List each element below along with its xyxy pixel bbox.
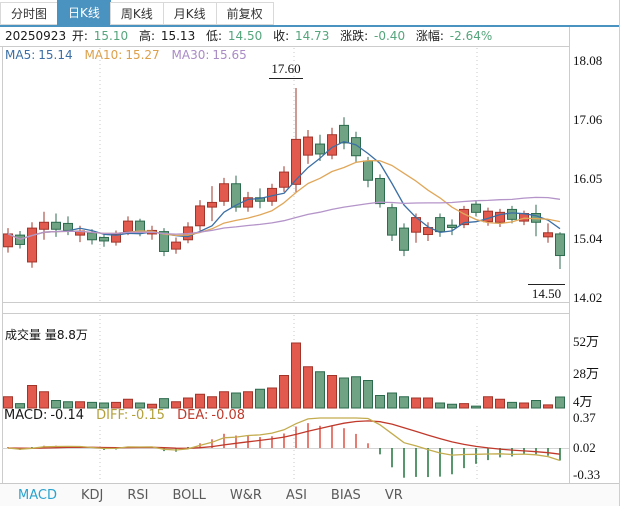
ma10-label: MA10: — [84, 48, 123, 62]
low-value: 14.50 — [227, 29, 263, 43]
dea-value: -0.08 — [211, 408, 246, 423]
indicator-tab-wr[interactable]: W&R — [230, 488, 262, 503]
ma10-value: 15.27 — [125, 48, 160, 62]
high-label: 高: — [138, 29, 156, 43]
macd-legend: MACD: -0.14 DIFF: -0.15 DEA: -0.08 — [4, 408, 248, 423]
tab-time-sharing[interactable]: 分时图 — [0, 2, 59, 25]
price-axis-tick-3: 16.05 — [573, 171, 603, 186]
tab-daily-kline[interactable]: 日K线 — [57, 0, 111, 25]
accent-divider — [0, 25, 619, 27]
open-label: 开: — [71, 29, 88, 43]
ma30-value: 15.65 — [212, 48, 247, 62]
period-high-annotation: 17.60 — [269, 61, 303, 79]
volume-axis-tick-1: 52万 — [573, 334, 600, 349]
volume-axis-tick-3: 4万 — [573, 394, 593, 409]
diff-value: -0.15 — [131, 408, 165, 423]
ma-legend: MA5: 15.14 MA10: 15.27 MA30: 15.65 — [5, 48, 250, 62]
ma30-label: MA30: — [171, 48, 210, 62]
volume-axis-tick-2: 28万 — [573, 366, 600, 381]
macd-axis-tick-1: 0.37 — [573, 410, 596, 425]
price-axis-tick-4: 15.04 — [573, 231, 603, 246]
tab-monthly-kline[interactable]: 月K线 — [162, 2, 217, 25]
change-pct-value: -2.64% — [449, 29, 493, 43]
indicator-tab-macd[interactable]: MACD — [18, 488, 57, 503]
price-axis-tick-1: 18.08 — [573, 53, 603, 68]
change-value: -0.40 — [374, 29, 406, 43]
trade-date: 20250923 — [5, 29, 67, 43]
indicator-tabbar: MACD KDJ RSI BOLL W&R ASI BIAS VR — [0, 483, 619, 506]
diff-label: DIFF: — [96, 408, 129, 423]
indicator-tab-boll[interactable]: BOLL — [172, 488, 205, 503]
macd-axis-tick-2: 0.02 — [573, 440, 596, 455]
kline-chart-canvas[interactable] — [0, 0, 620, 506]
period-low-annotation: 14.50 — [528, 284, 565, 302]
ohlc-info-row: 20250923 开: 15.10 高: 15.13 低: 14.50 收: 1… — [0, 27, 569, 46]
change-label: 涨跌: — [340, 29, 369, 43]
change-pct-label: 涨幅: — [415, 29, 444, 43]
macd-value: -0.14 — [50, 408, 84, 423]
kline-app: 分时图 日K线 周K线 月K线 前复权 20250923 开: 15.10 高:… — [0, 0, 620, 506]
tab-weekly-kline[interactable]: 周K线 — [109, 2, 164, 25]
open-value: 15.10 — [93, 29, 129, 43]
ma5-value: 15.14 — [38, 48, 73, 62]
close-label: 收: — [273, 29, 290, 43]
close-value: 14.73 — [294, 29, 330, 43]
chart-type-tabbar: 分时图 日K线 周K线 月K线 前复权 — [0, 0, 274, 25]
indicator-tab-bias[interactable]: BIAS — [331, 488, 361, 503]
dea-label: DEA: — [177, 408, 209, 423]
indicator-tab-vr[interactable]: VR — [385, 488, 403, 503]
price-axis-tick-2: 17.06 — [573, 112, 603, 127]
price-axis-tick-5: 14.02 — [573, 290, 603, 305]
macd-axis-tick-3: -0.33 — [573, 467, 601, 482]
indicator-tab-kdj[interactable]: KDJ — [81, 488, 103, 503]
volume-pane-title: 成交量 量8.8万 — [5, 328, 88, 342]
indicator-tab-asi[interactable]: ASI — [286, 488, 307, 503]
ma5-label: MA5: — [5, 48, 36, 62]
low-label: 低: — [206, 29, 223, 43]
indicator-tab-rsi[interactable]: RSI — [127, 488, 148, 503]
tab-forward-adjusted[interactable]: 前复权 — [215, 2, 274, 25]
macd-label: MACD: — [4, 408, 48, 423]
high-value: 15.13 — [160, 29, 196, 43]
